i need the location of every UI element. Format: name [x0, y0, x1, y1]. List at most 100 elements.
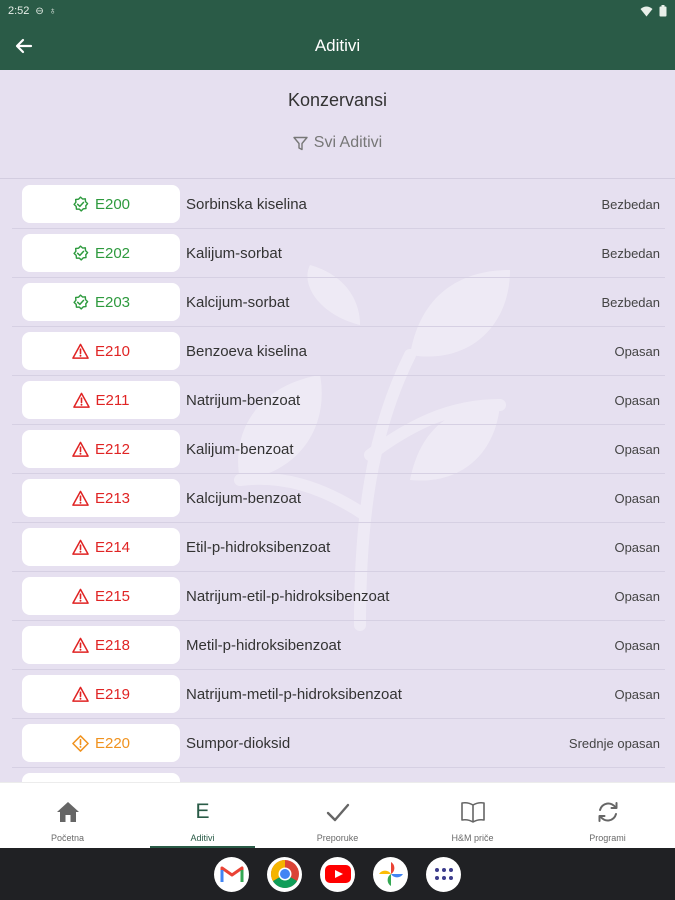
additive-status: Bezbedan [601, 196, 660, 212]
additive-status: Opasan [614, 441, 660, 457]
filter-button[interactable]: Svi Aditivi [0, 134, 675, 152]
additive-code-chip[interactable]: E212 [22, 430, 180, 468]
additive-row[interactable]: E218 Metil-p-hidroksibenzoat Opasan [12, 621, 665, 670]
shield-check-icon [73, 244, 89, 261]
additive-code-chip[interactable]: E202 [22, 234, 180, 272]
nav-label: Preporuke [316, 833, 359, 843]
warning-triangle-icon [72, 441, 89, 457]
additive-row[interactable]: E200 Sorbinska kiselina Bezbedan [12, 180, 665, 229]
page-title: Aditivi [314, 36, 361, 55]
additive-row[interactable]: E213 Kalcijum-benzoat Opasan [12, 474, 665, 523]
additive-name: Benzoeva kiselina [186, 342, 307, 360]
nav-item-po-etna[interactable]: Početna [0, 783, 135, 848]
additive-name: Sumpor-dioksid [186, 734, 291, 752]
filter-icon [293, 136, 308, 150]
filter-label: Svi Aditivi [313, 134, 383, 151]
additive-code: E213 [94, 489, 131, 507]
nav-label: Početna [50, 833, 85, 843]
additive-code-chip[interactable] [22, 773, 180, 782]
warning-triangle-icon [72, 686, 89, 702]
additive-code-chip[interactable]: E210 [22, 332, 180, 370]
app-drawer-icon[interactable] [426, 856, 461, 892]
system-dock [0, 848, 675, 900]
nav-label: Programi [589, 833, 626, 843]
additive-code-chip[interactable]: E200 [22, 185, 180, 223]
additive-status: Bezbedan [601, 294, 660, 310]
warning-triangle-icon [72, 637, 89, 653]
additive-code: E202 [94, 244, 131, 262]
additive-name: Kalcijum-sorbat [186, 293, 290, 311]
book-icon [460, 799, 486, 825]
shield-check-icon [73, 293, 89, 310]
additive-status: Opasan [614, 686, 660, 702]
additive-status: Opasan [614, 539, 660, 555]
additive-name: Etil-p-hidroksibenzoat [186, 538, 331, 556]
warning-triangle-icon [72, 588, 89, 604]
warning-triangle-icon [72, 343, 89, 359]
additive-row[interactable]: E202 Kalijum-sorbat Bezbedan [12, 229, 665, 278]
additive-row[interactable]: E219 Natrijum-metil-p-hidroksibenzoat Opas… [12, 670, 665, 719]
warning-diamond-icon [72, 734, 89, 752]
notification-icon: ⊖ [35, 5, 44, 17]
app-bar: Aditivi [0, 22, 675, 70]
section-title: Konzervansi [287, 90, 388, 110]
youtube-icon[interactable] [320, 856, 355, 892]
additive-code: E215 [94, 587, 131, 605]
additive-name: Natrijum-metil-p-hidroksibenzoat [186, 685, 402, 703]
additive-code-chip[interactable]: E215 [22, 577, 180, 615]
additive-code: E212 [94, 440, 131, 458]
e-letter-icon: E [195, 800, 210, 823]
additive-status: Opasan [614, 343, 660, 359]
warning-triangle-icon [72, 539, 89, 555]
additive-code: E218 [94, 636, 131, 654]
additive-row[interactable]: E212 Kalijum-benzoat Opasan [12, 425, 665, 474]
additive-row[interactable]: E211 Natrijum-benzoat Opasan [12, 376, 665, 425]
additive-code-chip[interactable]: E203 [22, 283, 180, 321]
additive-code-chip[interactable]: E214 [22, 528, 180, 566]
nav-item-aditivi[interactable]: E Aditivi [135, 783, 270, 848]
additive-code-chip[interactable]: E218 [22, 626, 180, 664]
additive-status: Srednje opasan [568, 735, 660, 751]
additive-code: E220 [94, 734, 131, 752]
additive-row[interactable]: E215 Natrijum-etil-p-hidroksibenzoat Opasa… [12, 572, 665, 621]
additive-code: E211 [95, 391, 130, 409]
additive-row[interactable] [12, 768, 665, 782]
notification-icon: ♁ [48, 5, 57, 17]
nav-item-programi[interactable]: Programi [540, 783, 675, 848]
chrome-icon[interactable] [267, 856, 302, 892]
additive-code-chip[interactable]: E219 [22, 675, 180, 713]
additive-name: Kalijum-benzoat [186, 440, 294, 458]
additive-name: Natrijum-benzoat [186, 391, 301, 409]
arrow-back-icon [15, 38, 33, 54]
additive-name: Metil-p-hidroksibenzoat [186, 636, 342, 654]
nav-item-h-m-pri-e[interactable]: H&M priče [405, 783, 540, 848]
google-photos-icon[interactable] [373, 856, 408, 892]
additive-code: E214 [94, 538, 131, 556]
additive-name: Natrijum-etil-p-hidroksibenzoat [186, 587, 390, 605]
additive-code-chip[interactable]: E220 [22, 724, 180, 762]
additive-row[interactable]: E220 Sumpor-dioksid Srednje opasan [12, 719, 665, 768]
nav-label: Aditivi [190, 833, 215, 843]
check-icon [326, 799, 350, 825]
battery-icon [659, 5, 667, 17]
additive-row[interactable]: E203 Kalcijum-sorbat Bezbedan [12, 278, 665, 327]
wifi-icon [640, 6, 653, 16]
nav-label: H&M priče [451, 833, 494, 843]
additive-code: E219 [94, 685, 131, 703]
additive-row[interactable]: E214 Etil-p-hidroksibenzoat Opasan [12, 523, 665, 572]
additive-code-chip[interactable]: E211 [22, 381, 180, 419]
additive-row[interactable]: E210 Benzoeva kiselina Opasan [12, 327, 665, 376]
gmail-icon[interactable] [214, 856, 249, 892]
additive-name: Kalcijum-benzoat [186, 489, 302, 507]
nav-item-preporuke[interactable]: Preporuke [270, 783, 405, 848]
additive-name: Kalijum-sorbat [186, 244, 282, 262]
additive-code: E200 [94, 195, 131, 213]
status-time: 2:52 [8, 5, 30, 17]
additive-code-chip[interactable]: E213 [22, 479, 180, 517]
warning-triangle-icon [72, 490, 89, 506]
home-icon [56, 799, 80, 825]
additives-content[interactable]: Konzervansi Svi Aditivi E200 Sorbinska ki… [0, 70, 675, 782]
additive-status: Opasan [614, 490, 660, 506]
back-button[interactable] [10, 32, 38, 60]
additive-status: Opasan [614, 637, 660, 653]
